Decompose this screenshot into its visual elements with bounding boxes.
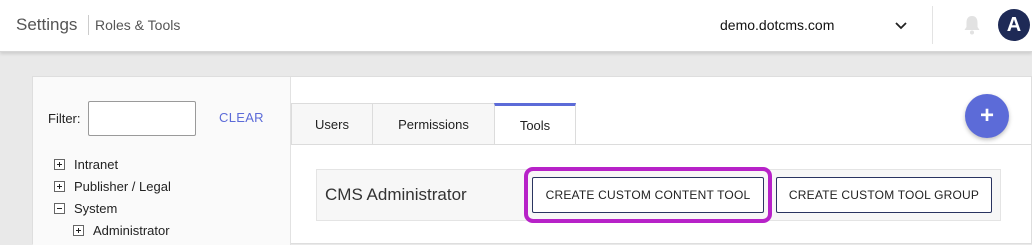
tab-bar: Users Permissions Tools <box>291 103 576 145</box>
tab-users[interactable]: Users <box>291 103 373 145</box>
toolbar-separator <box>932 6 933 44</box>
tree-item-system[interactable]: System <box>54 201 117 216</box>
avatar[interactable]: A <box>998 9 1030 41</box>
filter-input[interactable] <box>88 101 196 136</box>
add-button[interactable]: + <box>965 94 1009 138</box>
tree-item-label: System <box>74 201 118 216</box>
roles-sidebar: Filter: CLEAR Intranet Publisher / Legal… <box>33 77 291 245</box>
tree-item-label: Publisher / Legal <box>74 179 171 194</box>
site-selector[interactable]: demo.dotcms.com <box>720 10 910 40</box>
breadcrumb: Roles & Tools <box>95 17 181 33</box>
tree-item-administrator[interactable]: Administrator <box>73 223 170 238</box>
tab-underline <box>291 144 1032 145</box>
create-custom-content-tool-button[interactable]: CREATE CUSTOM CONTENT TOOL <box>532 177 764 213</box>
collapse-icon[interactable] <box>54 203 65 214</box>
roles-panel: Filter: CLEAR Intranet Publisher / Legal… <box>32 76 1032 245</box>
tab-permissions[interactable]: Permissions <box>372 103 495 145</box>
create-custom-tool-group-button[interactable]: CREATE CUSTOM TOOL GROUP <box>776 177 992 213</box>
role-name: CMS Administrator <box>325 185 467 204</box>
expand-icon[interactable] <box>73 225 84 236</box>
clear-button[interactable]: CLEAR <box>219 110 264 125</box>
tab-tools[interactable]: Tools <box>494 103 576 145</box>
site-name: demo.dotcms.com <box>720 17 835 33</box>
bell-icon[interactable] <box>961 14 983 36</box>
chevron-down-icon <box>895 22 907 30</box>
expand-icon[interactable] <box>54 159 65 170</box>
filter-label: Filter: <box>48 111 81 126</box>
tree-item-label: Intranet <box>74 157 119 172</box>
tree-item-intranet[interactable]: Intranet <box>54 157 118 172</box>
tree-item-publisher-legal[interactable]: Publisher / Legal <box>54 179 171 194</box>
title-divider <box>88 15 89 35</box>
expand-icon[interactable] <box>54 181 65 192</box>
tree-item-label: Administrator <box>93 223 170 238</box>
role-tools-row: CMS Administrator CREATE CUSTOM CONTENT … <box>316 167 1001 223</box>
page-title: Settings <box>16 15 78 34</box>
top-bar: Settings Roles & Tools demo.dotcms.com A <box>0 0 1032 52</box>
